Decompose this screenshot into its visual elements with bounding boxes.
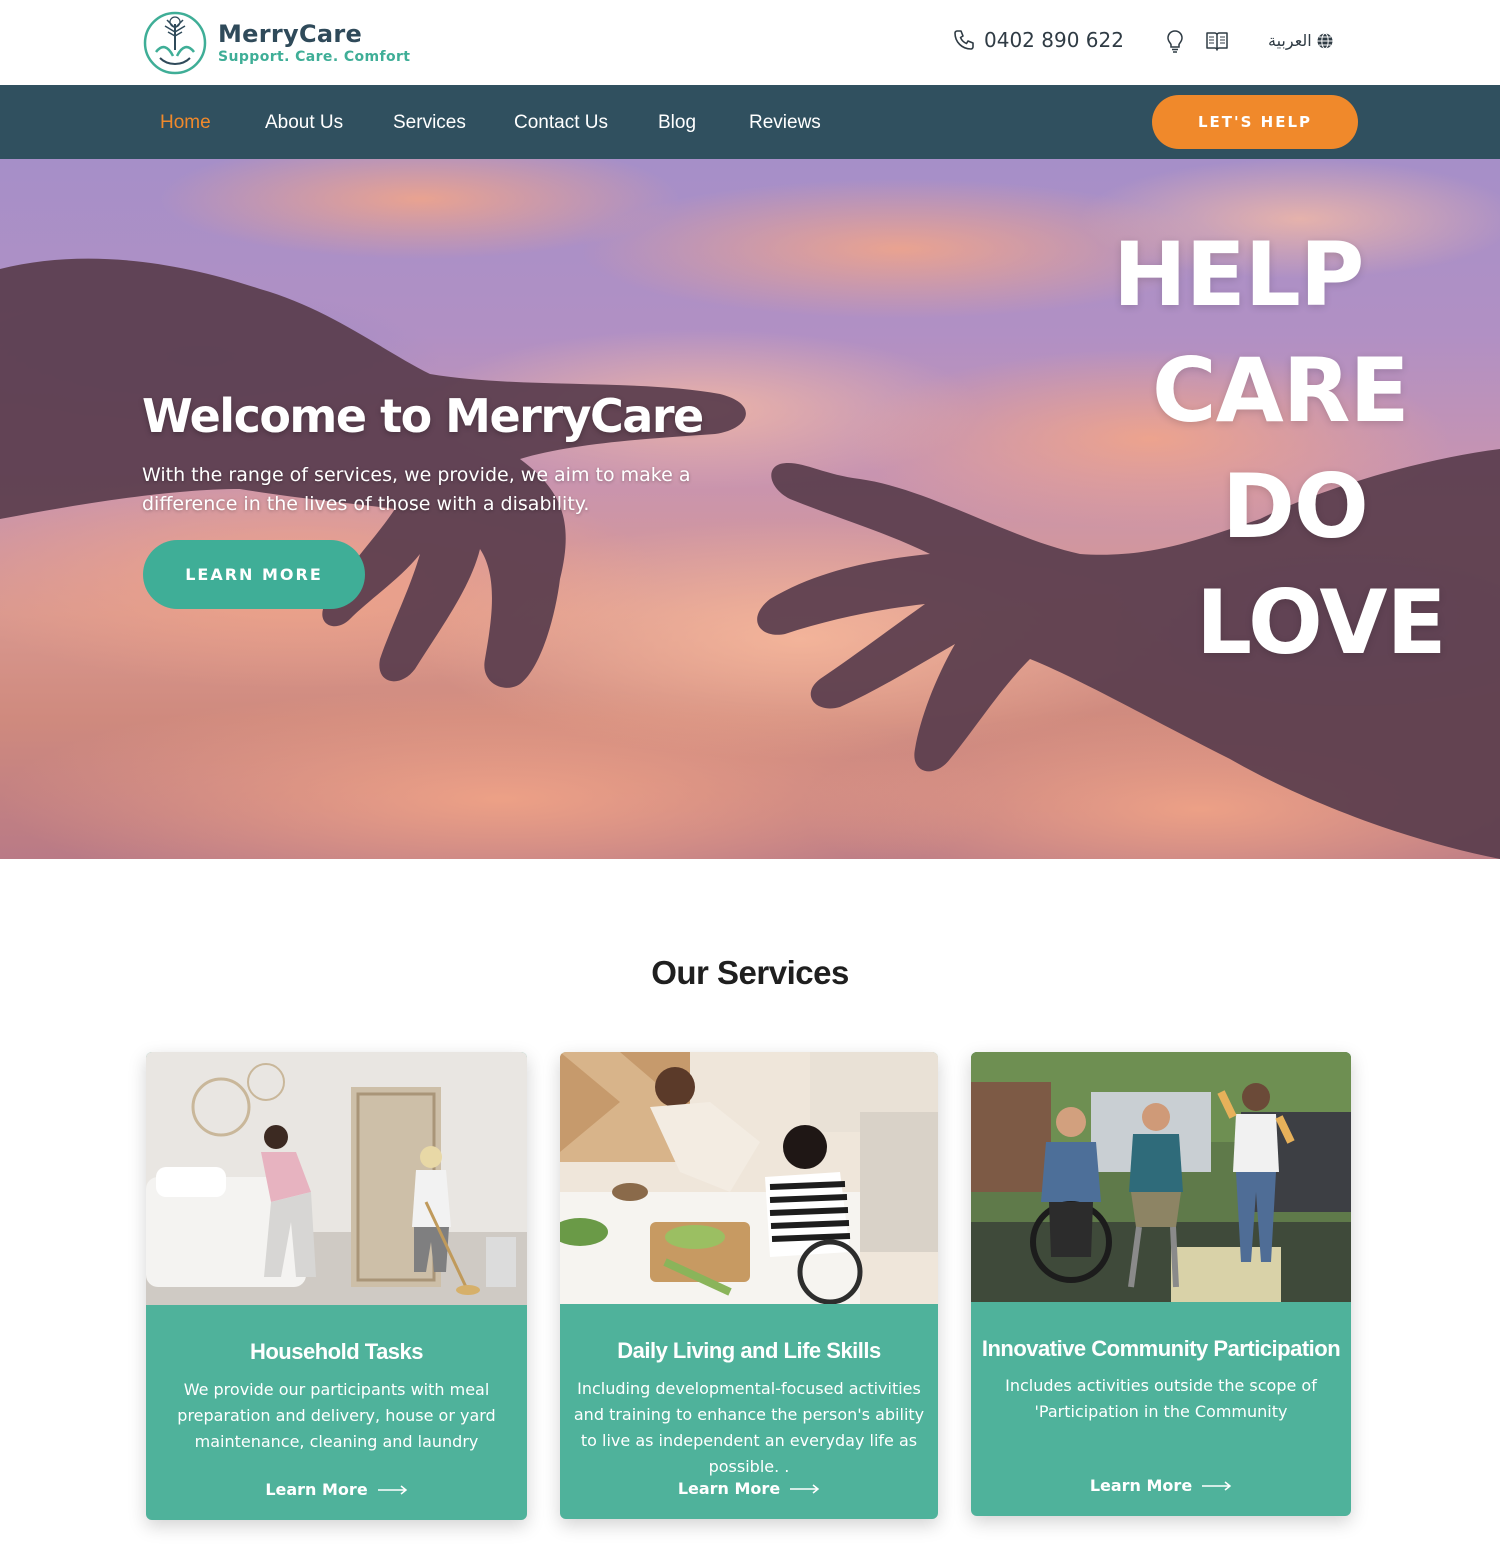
service-card-daily-living[interactable]: Daily Living and Life Skills Including d… [560,1052,938,1519]
nav-item-blog[interactable]: Blog [658,112,696,134]
phone-contact[interactable]: 0402 890 622 [952,28,1124,52]
community-participation-photo [971,1052,1351,1302]
learn-more-label: Learn More [1089,1476,1193,1495]
learn-more-link[interactable]: Learn More [971,1476,1351,1495]
service-card-description: Including developmental-focused activiti… [573,1379,925,1476]
top-header: MerryCare Support. Care. Comfort 0402 89… [0,0,1500,85]
household-tasks-photo [146,1052,527,1305]
service-card-description: We provide our participants with meal pr… [177,1380,496,1451]
brand-tagline: Support. Care. Comfort [218,49,411,65]
lightbulb-icon[interactable] [1162,28,1188,54]
hero-subtitle: With the range of services, we provide, … [142,464,691,515]
phone-number: 0402 890 622 [984,28,1124,52]
learn-more-button[interactable]: LEARN MORE [143,540,365,609]
logo-emblem-icon [143,11,207,75]
service-card-description: Includes activities outside the scope of… [1005,1376,1317,1421]
language-switcher[interactable]: العربية [1268,31,1334,50]
service-card-title: Innovative Community Participation [981,1336,1341,1361]
brand-name: MerryCare [218,20,363,48]
learn-more-label: Learn More [677,1479,781,1498]
hero-word-care: CARE [1152,339,1410,442]
nav-item-contact-us[interactable]: Contact Us [514,112,608,134]
nav-item-home[interactable]: Home [160,112,211,134]
learn-more-label: Learn More [265,1480,368,1499]
nav-item-reviews[interactable]: Reviews [749,112,821,134]
hero-word-do: DO [1222,455,1369,558]
arrow-right-icon [1202,1480,1232,1491]
hero-title: Welcome to MerryCare [142,389,704,443]
book-icon[interactable] [1204,28,1230,54]
learn-more-link[interactable]: Learn More [560,1479,938,1498]
hero-banner: Welcome to MerryCare With the range of s… [0,159,1500,859]
lets-help-button[interactable]: LET'S HELP [1152,95,1358,149]
daily-living-photo [560,1052,938,1304]
language-label: العربية [1268,31,1312,50]
service-card-title: Daily Living and Life Skills [617,1338,881,1363]
services-section-title: Our Services [651,954,849,991]
nav-item-about-us[interactable]: About Us [265,112,343,134]
hero-word-love: LOVE [1196,571,1447,674]
phone-icon [954,30,974,50]
arrow-right-icon [790,1483,820,1494]
arrow-right-icon [377,1484,407,1495]
service-card-household-tasks[interactable]: Household Tasks We provide our participa… [146,1052,527,1520]
service-card-title: Household Tasks [249,1339,424,1364]
main-nav: Home About Us Services Contact Us Blog R… [0,85,1500,159]
globe-icon [1317,32,1333,49]
learn-more-link[interactable]: Learn More [146,1480,527,1499]
logo[interactable]: MerryCare Support. Care. Comfort [142,10,410,76]
nav-item-services[interactable]: Services [393,112,466,134]
service-card-community-participation[interactable]: Innovative Community Participation Inclu… [971,1052,1351,1516]
hero-word-help: HELP [1113,223,1364,326]
